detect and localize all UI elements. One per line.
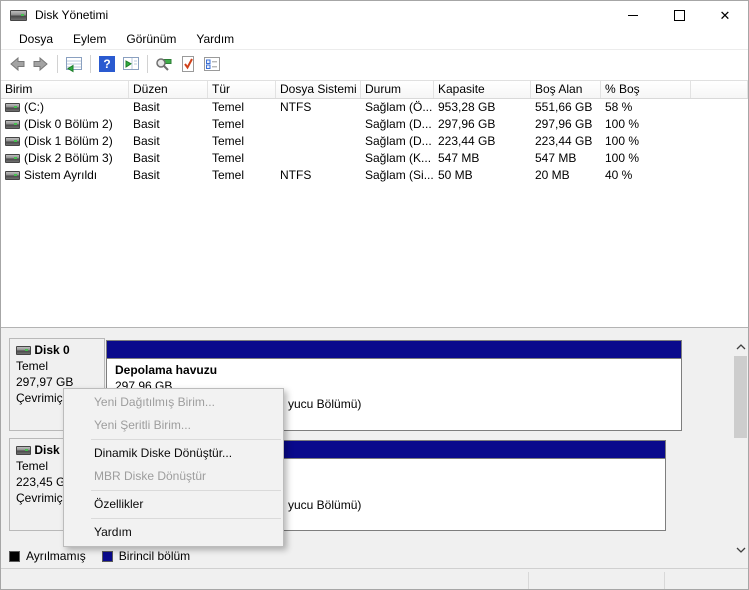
menu-item-yardim[interactable]: Yardım (64, 521, 283, 544)
app-icon (10, 10, 27, 21)
disk0-partition-status-fragment: yucu Bölümü) (288, 397, 361, 411)
forward-button[interactable] (29, 53, 53, 75)
statusbar-divider (664, 572, 665, 590)
back-icon (7, 55, 27, 73)
chevron-up-icon (736, 344, 746, 350)
menu-separator (91, 490, 281, 491)
column-header-bos-alan[interactable]: Boş Alan (531, 81, 601, 98)
show-action-pane-button[interactable] (119, 53, 143, 75)
window-controls: ✕ (610, 1, 748, 29)
disk0-partition-name: Depolama havuzu (115, 362, 681, 378)
disk1-partition-status-fragment: yucu Bölümü) (288, 498, 361, 512)
check-document-button[interactable] (176, 53, 200, 75)
minimize-button[interactable] (610, 1, 656, 29)
menu-item-yeni-seritli-birim: Yeni Şeritli Birim... (64, 414, 283, 437)
scroll-up-button[interactable] (733, 338, 748, 355)
table-row[interactable]: (Disk 2 Bölüm 3) Basit Temel Sağlam (K..… (1, 150, 748, 167)
unallocated-swatch (9, 551, 20, 562)
volume-icon (5, 120, 20, 129)
legend: Ayrılmamış Birincil bölüm (9, 549, 206, 563)
disk0-partition-color-strip (107, 341, 681, 359)
action-pane-icon (121, 55, 141, 73)
checklist-button[interactable] (200, 53, 224, 75)
vertical-scrollbar[interactable] (733, 338, 748, 558)
menu-item-dinamik-diske-donustur[interactable]: Dinamik Diske Dönüştür... (64, 442, 283, 465)
toolbar-separator (90, 55, 91, 73)
table-row[interactable]: Sistem Ayrıldı Basit Temel NTFS Sağlam (… (1, 167, 748, 184)
title-bar: Disk Yönetimi ✕ (1, 1, 748, 29)
menu-bar: Dosya Eylem Görünüm Yardım (1, 29, 748, 49)
menu-item-mbr-diske-donustur: MBR Diske Dönüştür (64, 465, 283, 488)
console-tree-icon (64, 55, 84, 73)
column-header-birim[interactable]: Birim (1, 81, 129, 98)
toolbar-separator (147, 55, 148, 73)
disk-icon (16, 446, 31, 455)
back-button[interactable] (5, 53, 29, 75)
scrollbar-thumb[interactable] (734, 356, 747, 438)
column-header-kapasite[interactable]: Kapasite (434, 81, 531, 98)
chevron-down-icon (736, 547, 746, 553)
disk-management-window: Disk Yönetimi ✕ Dosya Eylem Görünüm Yard… (0, 0, 749, 590)
volume-list-pane: Birim Düzen Tür Dosya Sistemi Durum Kapa… (1, 77, 748, 327)
primary-partition-swatch (102, 551, 113, 562)
help-icon: ? (99, 56, 115, 72)
menu-item-yeni-dagitilmis-birim: Yeni Dağıtılmış Birim... (64, 391, 283, 414)
column-header-dosya-sistemi[interactable]: Dosya Sistemi (276, 81, 361, 98)
column-header-durum[interactable]: Durum (361, 81, 434, 98)
magnifier-disk-icon (154, 55, 174, 73)
menu-item-ozellikler[interactable]: Özellikler (64, 493, 283, 516)
help-button[interactable]: ? (95, 53, 119, 75)
column-header-empty (691, 81, 748, 98)
table-row[interactable]: (Disk 1 Bölüm 2) Basit Temel Sağlam (D..… (1, 133, 748, 150)
legend-item-unallocated: Ayrılmamış (9, 549, 86, 563)
maximize-button[interactable] (656, 1, 702, 29)
menu-separator (91, 439, 281, 440)
menu-gorunum[interactable]: Görünüm (116, 30, 186, 48)
forward-icon (31, 55, 51, 73)
show-console-tree-button[interactable] (62, 53, 86, 75)
disk0-type: Temel (16, 358, 104, 374)
close-icon: ✕ (720, 9, 731, 22)
menu-separator (91, 518, 281, 519)
menu-dosya[interactable]: Dosya (9, 30, 63, 48)
volume-table-header: Birim Düzen Tür Dosya Sistemi Durum Kapa… (1, 80, 748, 99)
maximize-icon (674, 10, 685, 21)
toolbar: ? (1, 49, 748, 78)
column-header-duzen[interactable]: Düzen (129, 81, 208, 98)
check-document-icon (178, 55, 198, 73)
toolbar-separator (57, 55, 58, 73)
close-button[interactable]: ✕ (702, 1, 748, 29)
disk-rescan-button[interactable] (152, 53, 176, 75)
volume-icon (5, 154, 20, 163)
minimize-icon (628, 15, 638, 16)
scroll-down-button[interactable] (733, 541, 748, 558)
column-header-tur[interactable]: Tür (208, 81, 276, 98)
menu-yardim[interactable]: Yardım (186, 30, 244, 48)
table-row[interactable]: (C:) Basit Temel NTFS Sağlam (Ö... 953,2… (1, 99, 748, 116)
disk-icon (16, 346, 31, 355)
volume-icon (5, 103, 20, 112)
legend-item-primary: Birincil bölüm (102, 549, 190, 563)
volume-table-body: (C:) Basit Temel NTFS Sağlam (Ö... 953,2… (1, 99, 748, 184)
column-header-yuzde-bos[interactable]: % Boş (601, 81, 691, 98)
checklist-icon (202, 55, 222, 73)
menu-eylem[interactable]: Eylem (63, 30, 116, 48)
window-title: Disk Yönetimi (35, 8, 108, 22)
table-row[interactable]: (Disk 0 Bölüm 2) Basit Temel Sağlam (D..… (1, 116, 748, 133)
status-bar (1, 568, 749, 590)
volume-icon (5, 137, 20, 146)
statusbar-divider (528, 572, 529, 590)
volume-icon (5, 171, 20, 180)
context-menu: Yeni Dağıtılmış Birim... Yeni Şeritli Bi… (63, 388, 284, 547)
